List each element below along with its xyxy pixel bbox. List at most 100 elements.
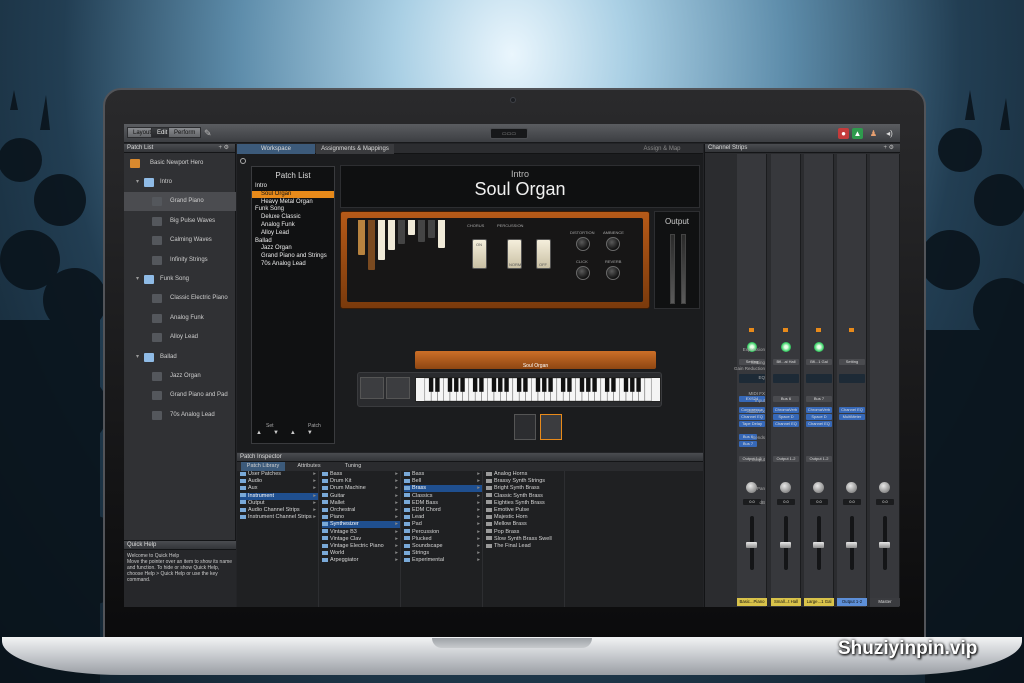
library-item[interactable]: Drum Kit ▸ — [322, 478, 400, 485]
library-item[interactable]: Instrument ▸ — [240, 492, 318, 500]
output-slot[interactable]: Output 1-2 — [773, 456, 799, 462]
expression-led-icon[interactable] — [781, 342, 791, 352]
setting-button[interactable]: Bfl...1 Gal — [806, 359, 832, 365]
volume-fader-cap[interactable] — [746, 542, 757, 548]
mod-wheel[interactable] — [386, 377, 410, 399]
library-item[interactable]: Percussion ▸ — [404, 529, 482, 536]
setting-button[interactable]: Setting — [839, 359, 865, 365]
audio-fx-slot[interactable]: ChromaVerb — [806, 407, 832, 413]
patch-item[interactable]: –Calming Waves — [124, 231, 236, 250]
black-key[interactable] — [460, 378, 465, 392]
patch-list-entry[interactable]: Grand Piano and Strings — [252, 253, 334, 260]
set-folder[interactable]: ▾ Funk Song — [124, 270, 236, 289]
patch-list-entry[interactable]: Ballad — [252, 238, 334, 245]
black-key[interactable] — [454, 378, 459, 392]
volume-fader-cap[interactable] — [813, 542, 824, 548]
library-item[interactable]: EDM Chord ▸ — [404, 507, 482, 514]
black-key[interactable] — [498, 378, 503, 392]
mode-perform-button[interactable]: Perform — [168, 127, 202, 138]
library-item[interactable]: Bass ▸ — [404, 471, 482, 478]
eq-thumbnail[interactable] — [806, 374, 832, 383]
library-item[interactable]: Classics ▸ — [404, 493, 482, 500]
audio-fx-slot[interactable]: MultiMeter — [839, 414, 865, 420]
add-strip-icon[interactable]: + ⚙ — [883, 144, 894, 153]
library-item[interactable]: Guitar ▸ — [322, 493, 400, 500]
drawbar[interactable] — [428, 220, 435, 238]
assign-map-button[interactable]: Assign & Map — [631, 144, 693, 154]
pitch-wheel[interactable] — [360, 377, 384, 399]
black-key[interactable] — [535, 378, 541, 392]
library-item[interactable]: Strings ▸ — [404, 550, 482, 557]
channel-name[interactable]: Master — [870, 598, 900, 606]
black-key[interactable] — [479, 378, 484, 392]
library-item[interactable]: Emotive Pulse — [486, 507, 564, 514]
info-icon[interactable] — [240, 158, 246, 164]
black-key[interactable] — [604, 378, 610, 392]
library-item[interactable]: Vintage B3 ▸ — [322, 529, 400, 536]
audio-fx-slot[interactable]: Channel EQ — [773, 421, 799, 427]
patch-list-entry[interactable]: Soul Organ — [252, 190, 334, 198]
disclosure-triangle-icon[interactable]: ▾ — [136, 348, 139, 367]
library-item[interactable]: Piano ▸ — [322, 514, 400, 521]
pan-knob[interactable] — [813, 482, 824, 493]
patch-list-entry[interactable]: Deluxe Classic — [252, 214, 334, 221]
audio-fx-slot[interactable]: Tape Delay — [739, 421, 765, 427]
library-item[interactable]: Vintage Clav ▸ — [322, 536, 400, 543]
patch-list-entry[interactable]: Intro — [252, 183, 334, 190]
black-key[interactable] — [516, 378, 522, 392]
channel-name[interactable]: Basic...Piano — [737, 598, 767, 606]
drawbar[interactable] — [358, 220, 365, 255]
patch-item[interactable]: –Grand Piano and Pad — [124, 386, 236, 405]
audio-fx-slot[interactable]: Channel EQ — [739, 414, 765, 420]
patch-list-entry[interactable]: 70s Analog Lead — [252, 261, 334, 268]
audio-fx-slot[interactable]: ChromaVerb — [773, 407, 799, 413]
metronome-icon[interactable]: ▲ — [852, 128, 863, 139]
set-folder[interactable]: ▾ Intro — [124, 173, 236, 192]
library-item[interactable]: Brassy Synth Strings — [486, 478, 564, 485]
library-item[interactable]: Audio ▸ — [240, 478, 318, 485]
percussion-decay-rocker[interactable]: OFF — [536, 239, 551, 269]
black-key[interactable] — [579, 378, 585, 392]
patch-item[interactable]: –Alloy Lead — [124, 328, 236, 347]
library-item[interactable]: Bell ▸ — [404, 478, 482, 485]
library-item[interactable]: Instrument Channel Strips ▸ — [240, 514, 318, 521]
input-slot[interactable]: Bus 6 — [773, 396, 799, 402]
library-item[interactable]: Pad ▸ — [404, 521, 482, 528]
record-icon[interactable]: ● — [838, 128, 849, 139]
set-patch-arrows[interactable]: ▲▼▲▼ — [256, 430, 330, 441]
volume-fader-cap[interactable] — [780, 542, 791, 548]
eq-thumbnail[interactable] — [773, 374, 799, 383]
library-item[interactable]: Mallet ▸ — [322, 500, 400, 507]
library-item[interactable]: Orchestral ▸ — [322, 507, 400, 514]
drawbar[interactable] — [368, 220, 375, 270]
library-item[interactable]: World ▸ — [322, 550, 400, 557]
patch-list-entry[interactable]: Alloy Lead — [252, 230, 334, 237]
library-item[interactable]: Eighties Synth Brass — [486, 500, 564, 507]
drawbar[interactable] — [388, 220, 395, 250]
drawbar[interactable] — [398, 220, 405, 244]
set-folder[interactable]: ▾ Ballad — [124, 348, 236, 367]
black-key[interactable] — [611, 378, 616, 392]
black-key[interactable] — [435, 378, 440, 392]
eq-thumbnail[interactable] — [839, 374, 865, 383]
audio-fx-slot[interactable]: Space D — [773, 414, 799, 420]
library-item[interactable]: Pop Brass — [486, 529, 564, 536]
patch-item[interactable]: –Infinity Strings — [124, 251, 236, 270]
patch-list-entry[interactable]: Analog Funk — [252, 222, 334, 229]
pan-knob[interactable] — [879, 482, 890, 493]
library-item[interactable]: Synthesizer ▸ — [322, 521, 400, 529]
tuner-fork-icon[interactable]: ✎ — [204, 128, 212, 139]
expression-led-icon[interactable] — [814, 342, 824, 352]
patch-item[interactable]: –Grand Piano — [124, 192, 236, 212]
library-item[interactable]: Vintage Electric Piano ▸ — [322, 543, 400, 550]
pan-knob[interactable] — [780, 482, 791, 493]
library-item[interactable]: Mellow Brass — [486, 521, 564, 528]
library-item[interactable]: User Patches ▸ — [240, 471, 318, 478]
patch-list-entry[interactable]: Heavy Metal Organ — [252, 199, 334, 206]
library-item[interactable]: Soundscape ▸ — [404, 543, 482, 550]
library-item[interactable]: EDM Bass ▸ — [404, 500, 482, 507]
black-key[interactable] — [630, 378, 635, 392]
click-knob[interactable] — [576, 266, 590, 280]
drawbar[interactable] — [438, 220, 445, 248]
black-key[interactable] — [548, 378, 553, 392]
